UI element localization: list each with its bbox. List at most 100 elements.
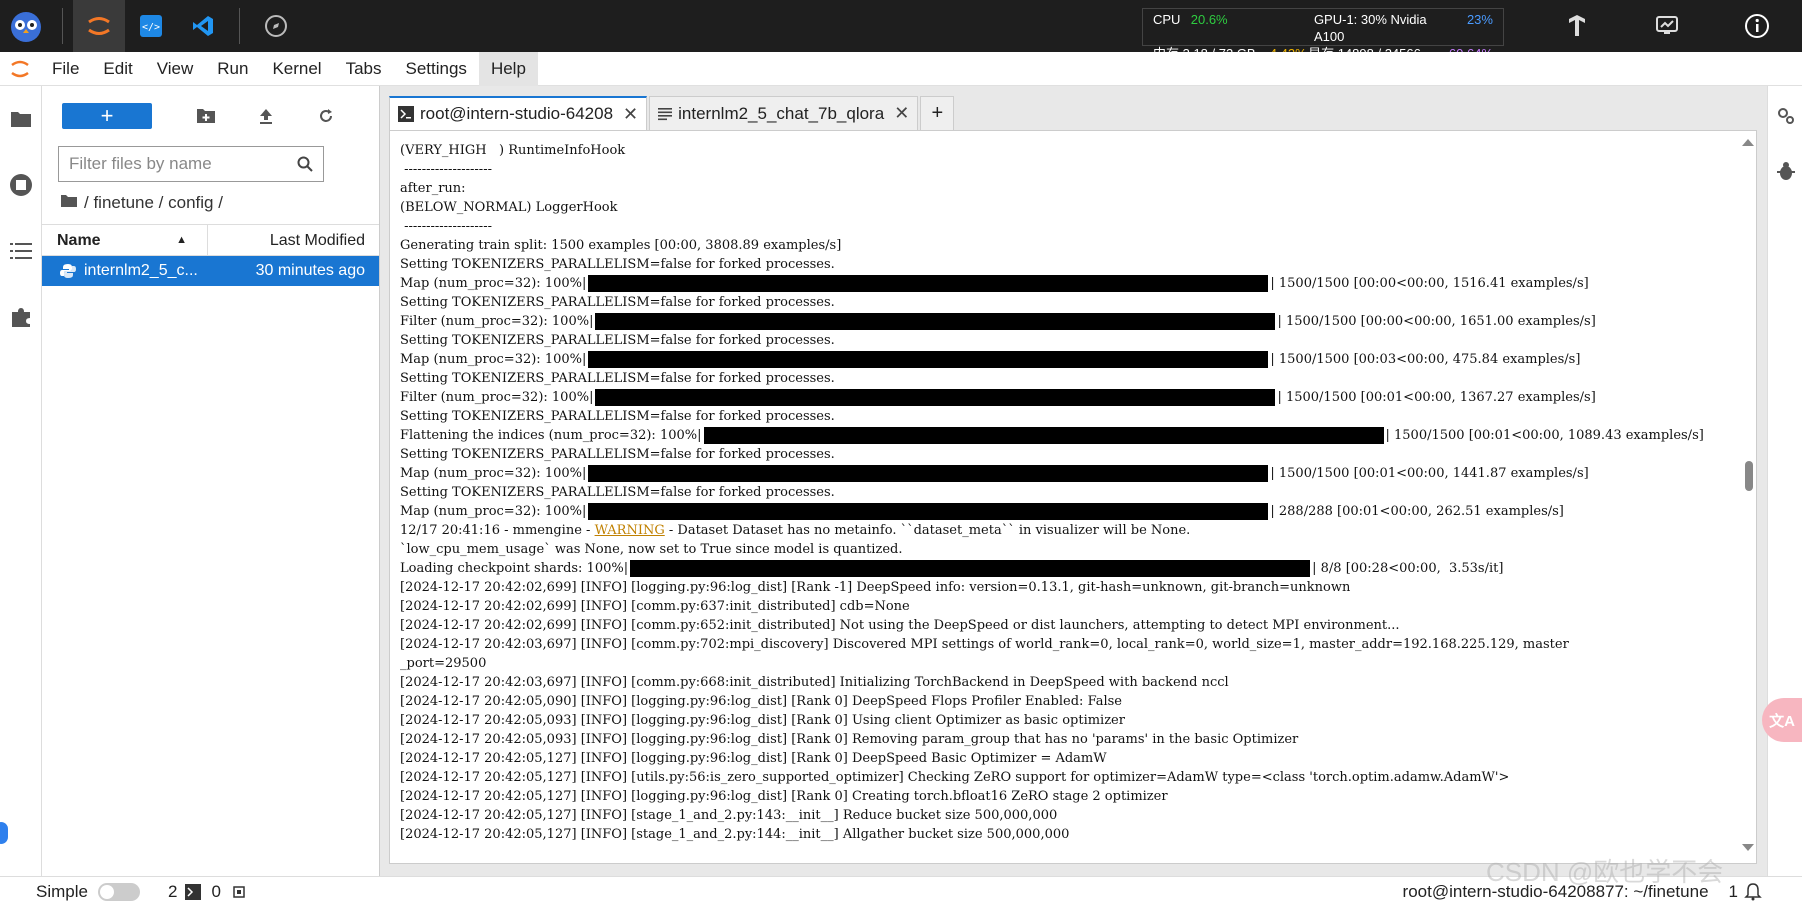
scroll-up-icon[interactable] [1742, 139, 1754, 146]
running-kernels-icon[interactable] [0, 152, 42, 218]
tab-config-file[interactable]: internlm2_5_chat_7b_qlora ✕ [649, 96, 919, 130]
menu-tabs[interactable]: Tabs [334, 52, 394, 86]
log-message: - Dataset Dataset has no metainfo. ``dat… [664, 523, 1191, 538]
new-tab-button[interactable]: + [920, 96, 955, 130]
terminal-line: after_run: [400, 179, 1756, 198]
kernel-count: 2 [167, 881, 178, 901]
tab-label: internlm2_5_chat_7b_qlora [678, 103, 885, 123]
menu-kernel[interactable]: Kernel [260, 52, 333, 86]
refresh-icon[interactable] [296, 103, 356, 129]
terminal-count: 0 [211, 881, 221, 901]
terminal-line: [2024-12-17 20:42:05,093] [INFO] [loggin… [400, 711, 1756, 730]
terminal-line: Setting TOKENIZERS_PARALLELISM=false for… [400, 293, 1756, 312]
monitor-icon[interactable] [1622, 0, 1712, 52]
table-of-contents-icon[interactable] [0, 218, 42, 284]
close-icon[interactable]: ✕ [894, 103, 909, 124]
new-folder-icon[interactable] [176, 103, 236, 129]
menu-edit[interactable]: Edit [91, 52, 144, 86]
compass-icon[interactable] [250, 0, 302, 52]
terminal-text: [2024-12-17 20:42:05,127] [INFO] [stage_… [400, 827, 1070, 842]
terminal-text: `low_cpu_mem_usage` was None, now set to… [400, 542, 903, 557]
menu-file[interactable]: File [40, 52, 91, 86]
translate-button[interactable]: 文A [1762, 698, 1802, 742]
close-icon[interactable]: ✕ [623, 104, 638, 125]
main-area: root@intern-studio-64208 ✕ internlm2_5_c… [380, 86, 1767, 876]
menu-help[interactable]: Help [478, 51, 538, 86]
terminal-text: [2024-12-17 20:42:05,127] [INFO] [loggin… [400, 789, 1168, 804]
terminal-text: -------------------- [400, 219, 492, 234]
terminal-text: Setting TOKENIZERS_PARALLELISM=false for… [400, 409, 835, 424]
jupyter-logo-icon [0, 52, 40, 86]
column-name[interactable]: Name ▲ [42, 225, 208, 255]
debugger-icon[interactable] [1768, 146, 1802, 196]
jupyter-icon[interactable] [73, 0, 125, 52]
terminal-line: Setting TOKENIZERS_PARALLELISM=false for… [400, 255, 1756, 274]
folder-icon[interactable] [0, 86, 42, 152]
terminal-text: Setting TOKENIZERS_PARALLELISM=false for… [400, 333, 835, 348]
code-editor-icon[interactable]: </> [125, 0, 177, 52]
log-prefix: 12/17 20:41:16 - mmengine - [400, 523, 595, 538]
scroll-thumb[interactable] [1745, 461, 1753, 491]
progress-stats: | 1500/1500 [00:00<00:00, 1651.00 exampl… [1277, 314, 1596, 329]
terminal-text: -------------------- [400, 162, 492, 177]
owl-logo-icon[interactable] [0, 0, 52, 52]
cpu-value: 20.6% [1190, 12, 1228, 27]
file-filter-input[interactable] [69, 154, 297, 174]
terminal-text: [2024-12-17 20:42:05,127] [INFO] [loggin… [400, 751, 1107, 766]
file-modified: 30 minutes ago [255, 262, 365, 279]
progress-label: Map (num_proc=32): 100%| [400, 276, 587, 291]
menu-view[interactable]: View [145, 52, 206, 86]
extensions-icon[interactable] [0, 284, 42, 350]
menu-settings[interactable]: Settings [394, 52, 479, 86]
terminal-output[interactable]: (VERY_HIGH ) RuntimeInfoHook -----------… [389, 130, 1757, 864]
bell-icon[interactable] [1744, 882, 1762, 901]
progress-stats: | 1500/1500 [00:01<00:00, 1441.87 exampl… [1270, 466, 1589, 481]
terminal-line: [2024-12-17 20:42:05,127] [INFO] [loggin… [400, 787, 1756, 806]
terminal-line: [2024-12-17 20:42:02,699] [INFO] [loggin… [400, 578, 1756, 597]
terminal-line: Setting TOKENIZERS_PARALLELISM=false for… [400, 331, 1756, 350]
upload-icon[interactable] [236, 103, 296, 129]
tab-terminal[interactable]: root@intern-studio-64208 ✕ [389, 96, 648, 130]
tensorflow-icon[interactable] [1532, 0, 1622, 52]
terminal-text: Setting TOKENIZERS_PARALLELISM=false for… [400, 257, 835, 272]
progress-bar [588, 275, 1269, 292]
property-inspector-icon[interactable] [1768, 86, 1802, 146]
tab-label: root@intern-studio-64208 [420, 104, 614, 123]
terminal-line: Generating train split: 1500 examples [0… [400, 236, 1756, 255]
file-row[interactable]: internlm2_5_c... 30 minutes ago [42, 256, 379, 286]
terminal-line: Map (num_proc=32): 100%| | 288/288 [00:01… [400, 502, 1756, 521]
folder-icon[interactable] [60, 193, 78, 213]
terminal-text: [2024-12-17 20:42:05,090] [INFO] [loggin… [400, 694, 1122, 709]
file-filter-field[interactable] [58, 146, 324, 182]
terminal-line: Setting TOKENIZERS_PARALLELISM=false for… [400, 369, 1756, 388]
tab-bar: root@intern-studio-64208 ✕ internlm2_5_c… [380, 86, 1767, 130]
progress-bar [703, 427, 1384, 444]
vscode-icon[interactable] [177, 0, 229, 52]
breadcrumb-path[interactable]: / finetune / config / [84, 193, 223, 213]
terminal-text: Setting TOKENIZERS_PARALLELISM=false for… [400, 447, 835, 462]
simple-mode-toggle[interactable] [97, 882, 140, 901]
terminal-line: [2024-12-17 20:42:03,697] [INFO] [comm.p… [400, 635, 1756, 654]
cpu-chip-icon[interactable] [231, 884, 247, 900]
terminal-line: Filter (num_proc=32): 100%| | 1500/1500 [… [400, 388, 1756, 407]
terminal-line: (VERY_HIGH ) RuntimeInfoHook [400, 141, 1756, 160]
vertical-scrollbar[interactable] [1742, 131, 1756, 863]
terminal-icon[interactable] [185, 883, 202, 900]
terminal-line: Setting TOKENIZERS_PARALLELISM=false for… [400, 445, 1756, 464]
terminal-text: Setting TOKENIZERS_PARALLELISM=false for… [400, 295, 835, 310]
left-activity-bar [0, 86, 42, 876]
column-last-modified[interactable]: Last Modified [208, 225, 379, 255]
terminal-text: [2024-12-17 20:42:05,093] [INFO] [loggin… [400, 732, 1299, 747]
new-launcher-button[interactable]: + [62, 103, 152, 129]
terminal-text: [2024-12-17 20:42:02,699] [INFO] [comm.p… [400, 599, 910, 614]
terminal-text: [2024-12-17 20:42:05,093] [INFO] [loggin… [400, 713, 1125, 728]
terminal-text: _port=29500 [400, 656, 487, 671]
sort-asc-icon: ▲ [176, 234, 187, 246]
info-icon[interactable] [1712, 0, 1802, 52]
file-browser: + / finetune / config / Name ▲ Last Modi… [42, 86, 380, 876]
terminal-text: (BELOW_NORMAL) LoggerHook [400, 200, 618, 215]
terminal-text: [2024-12-17 20:42:05,127] [INFO] [stage_… [400, 808, 1058, 823]
scroll-down-icon[interactable] [1742, 844, 1754, 851]
menu-run[interactable]: Run [205, 52, 260, 86]
progress-bar [588, 465, 1269, 482]
